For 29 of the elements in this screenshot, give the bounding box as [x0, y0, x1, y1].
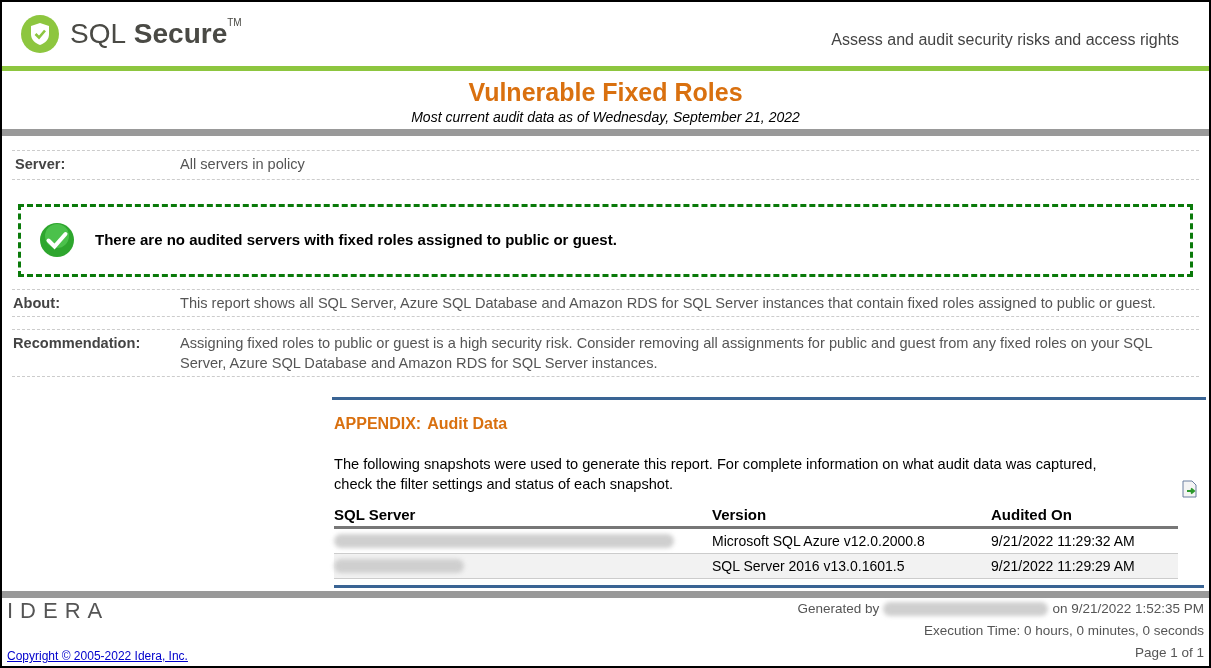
report-subtitle: Most current audit data as of Wednesday, September 21, 2022 [411, 108, 800, 127]
column-header: Version [712, 504, 768, 525]
column-header: Audited On [991, 504, 1073, 525]
appendix-label: APPENDIX: [334, 413, 422, 434]
check-circle-icon [39, 222, 75, 259]
page-number: Page 1 of 1 [1134, 644, 1204, 663]
table-cell-text: 9/21/2022 11:29:32 AM [991, 531, 1136, 551]
column-header: SQL Server [334, 504, 417, 525]
field-value: This report shows all SQL Server, Azure SQL Database and Amazon RDS for SQL Server instances that contain fixed roles assigned to public or guest. [180, 293, 1156, 313]
generated-by-label: Generated by [797, 600, 880, 619]
execution-time: Execution Time: 0 hours, 0 minutes, 0 seconds [924, 622, 1204, 641]
notice-text: There are no audited servers with fixed roles assigned to public or guest. [95, 230, 617, 251]
report-title: Vulnerable Fixed Roles [468, 77, 743, 107]
table-cell-text: 9/21/2022 11:29:29 AM [991, 556, 1136, 576]
appendix-title: Audit Data [427, 413, 508, 434]
export-document-icon[interactable] [1182, 479, 1198, 498]
tagline: Assess and audit security risks and access rights [831, 30, 1179, 50]
generated-on: on 9/21/2022 1:52:35 PM [1052, 600, 1204, 619]
field-label: Recommendation: [12, 333, 142, 353]
table-cell-text: SQL Server 2016 v13.0.1601.5 [712, 556, 906, 576]
field-value: All servers in policy [180, 155, 305, 174]
table-cell-text: Microsoft SQL Azure v12.0.2000.8 [712, 531, 926, 551]
field-value: Assigning fixed roles to public or guest is a high security risk. Consider removing all assignments for public and guest from any fixed roles on your SQL Server, Azure SQL Database and Amazon RDS for SQL Server instances. [180, 333, 1154, 373]
shield-check-logo-icon [20, 14, 60, 54]
field-label: Server: [14, 155, 67, 174]
brand-logo: IDERA [7, 598, 111, 625]
appendix-description: The following snapshots were used to generate this report. For complete information on what audit data was captured, check the filter settings and status of each snapshot. [334, 454, 1098, 494]
copyright-link[interactable]: Copyright © 2005-2022 Idera, Inc. [7, 647, 188, 665]
field-label: About: [12, 293, 61, 313]
